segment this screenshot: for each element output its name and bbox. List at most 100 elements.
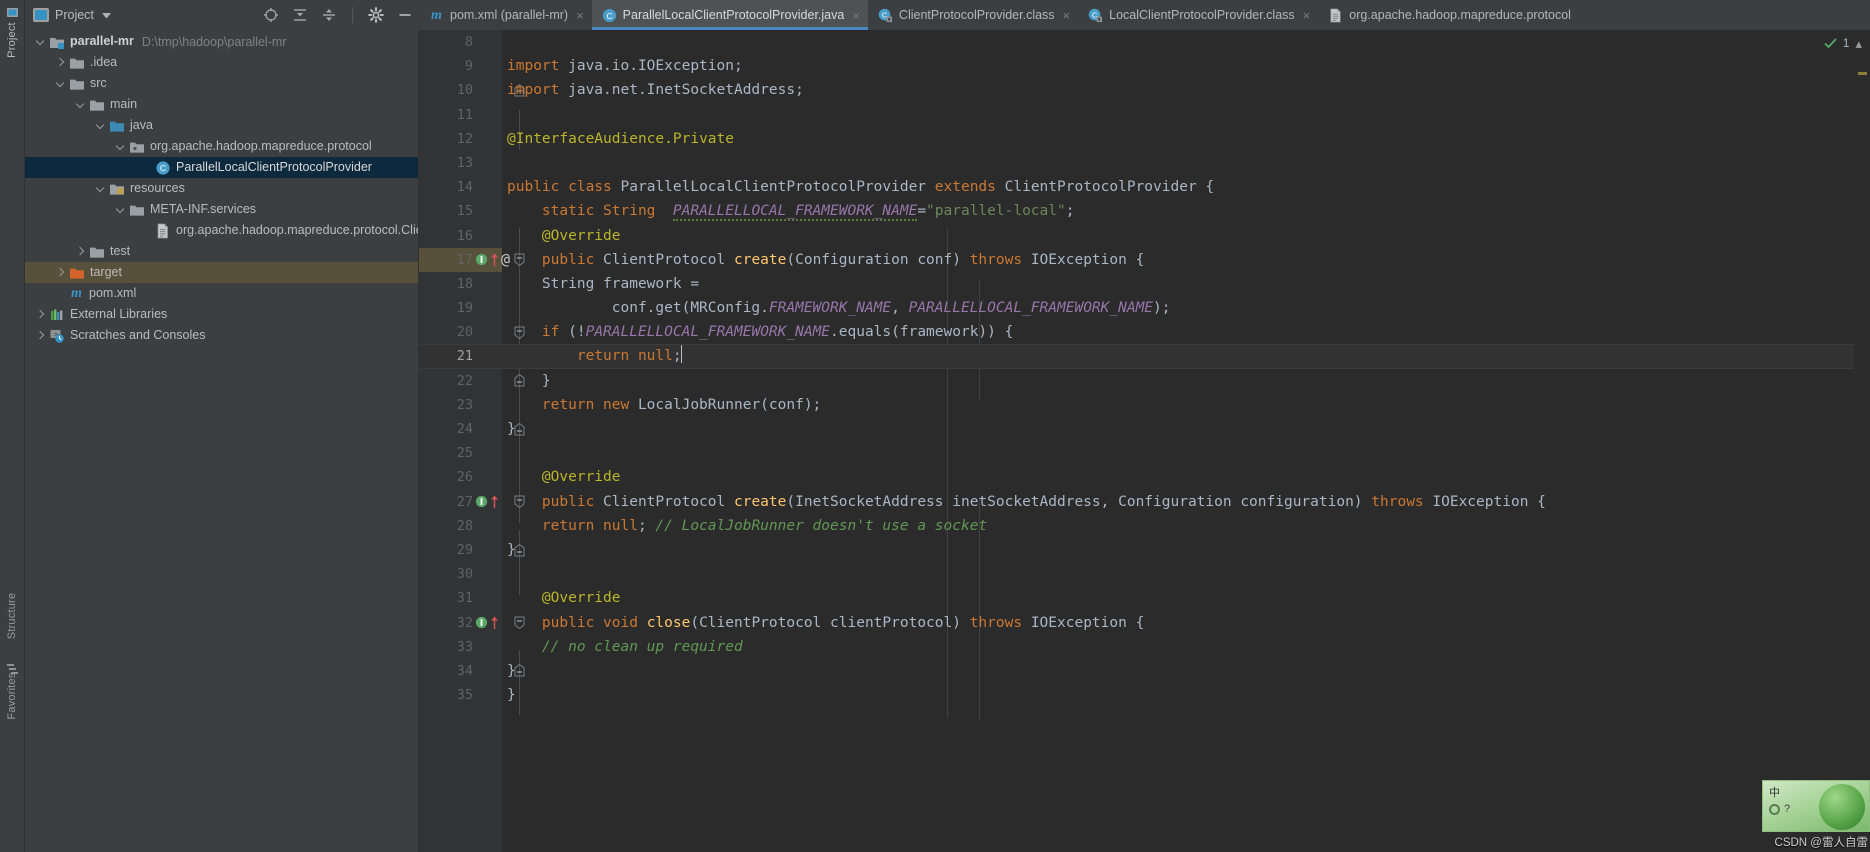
chevron-right-icon[interactable] bbox=[55, 57, 66, 68]
tree-row-src[interactable]: src bbox=[25, 73, 418, 94]
code-line[interactable]: 31 @Override bbox=[419, 586, 1870, 610]
override-arrow-icon[interactable] bbox=[490, 253, 499, 267]
inspections-ok-icon bbox=[1824, 38, 1837, 48]
close-icon[interactable]: × bbox=[1303, 9, 1311, 22]
close-icon[interactable]: × bbox=[852, 9, 860, 22]
code-line[interactable]: 19 conf.get(MRConfig.FRAMEWORK_NAME, PAR… bbox=[419, 296, 1870, 320]
tree-row-package-protocol[interactable]: org.apache.hadoop.mapreduce.protocol bbox=[25, 136, 418, 157]
code-line[interactable]: 12 @InterfaceAudience.Private bbox=[419, 127, 1870, 151]
editor-tab-parallellocalclientprotocolprovider-java[interactable]: C ParallelLocalClientProtocolProvider.ja… bbox=[591, 0, 869, 30]
close-icon[interactable]: × bbox=[1063, 9, 1071, 22]
editor-tab-services-file[interactable]: org.apache.hadoop.mapreduce.protocol bbox=[1318, 0, 1579, 30]
line-number: 23 bbox=[456, 396, 473, 413]
chevron-down-icon[interactable] bbox=[115, 204, 126, 215]
tree-row-pom-xml[interactable]: m pom.xml bbox=[25, 283, 418, 304]
code-line[interactable]: 17 @ public ClientProtocol create(Config… bbox=[419, 248, 1870, 272]
code-lines[interactable]: 8 9 import java.io.IOException; 10 impor… bbox=[419, 30, 1870, 720]
code-line[interactable]: 23 return new LocalJobRunner(conf); bbox=[419, 393, 1870, 417]
code-editor[interactable]: 1 ▴ 8 9 import java.io.IOException; 10 i… bbox=[419, 30, 1870, 852]
code-line[interactable]: 35 } bbox=[419, 683, 1870, 707]
tree-row-parallellocalclientprotocolprovider[interactable]: C ParallelLocalClientProtocolProvider bbox=[25, 157, 418, 178]
code-line[interactable]: 15 static String PARALLELLOCAL_FRAMEWORK… bbox=[419, 199, 1870, 223]
expand-all-icon[interactable] bbox=[292, 7, 308, 23]
tree-row-main[interactable]: main bbox=[25, 94, 418, 115]
chevron-right-icon[interactable] bbox=[35, 330, 46, 341]
tree-row-parallel-mr[interactable]: parallel-mr D:\tmp\hadoop\parallel-mr bbox=[25, 31, 418, 52]
tree-row-scratches-and-consoles[interactable]: >_ Scratches and Consoles bbox=[25, 325, 418, 346]
inspection-scrollbar[interactable] bbox=[1854, 30, 1870, 852]
editor-tab-clientprotocolprovider-class[interactable]: C ClientProtocolProvider.class × bbox=[867, 0, 1079, 30]
code-line[interactable]: 34 } bbox=[419, 659, 1870, 683]
tree-row-services-descriptor[interactable]: org.apache.hadoop.mapreduce.protocol.Cli… bbox=[25, 220, 418, 241]
gutter-icons[interactable] bbox=[475, 611, 499, 635]
stripe-button-favorites[interactable]: Favorites bbox=[6, 666, 18, 726]
tree-row-resources[interactable]: resources bbox=[25, 178, 418, 199]
tree-row-java[interactable]: java bbox=[25, 115, 418, 136]
chevron-down-icon[interactable] bbox=[55, 78, 66, 89]
editor-tab-localclientprotocolprovider-class[interactable]: C LocalClientProtocolProvider.class × bbox=[1078, 0, 1319, 30]
gutter-icons[interactable]: @ bbox=[475, 248, 510, 272]
chevron-down-icon[interactable] bbox=[95, 183, 106, 194]
tree-row-external-libraries[interactable]: External Libraries bbox=[25, 304, 418, 325]
code-line[interactable]: 11 bbox=[419, 103, 1870, 127]
code-line[interactable]: 28 return null; // LocalJobRunner doesn'… bbox=[419, 514, 1870, 538]
code-line[interactable]: 9 import java.io.IOException; bbox=[419, 54, 1870, 78]
java-class-icon: C bbox=[602, 8, 616, 22]
project-tree[interactable]: parallel-mr D:\tmp\hadoop\parallel-mr .i… bbox=[25, 30, 419, 852]
stripe-button-project[interactable]: Project bbox=[6, 10, 18, 70]
code-line[interactable]: 33 // no clean up required bbox=[419, 635, 1870, 659]
inspection-mark-warning[interactable] bbox=[1858, 72, 1867, 75]
chevron-right-icon[interactable] bbox=[35, 309, 46, 320]
code-line-caret[interactable]: 21 return null; bbox=[419, 344, 1870, 369]
gutter-icons[interactable] bbox=[475, 490, 499, 514]
code-line[interactable]: 30 bbox=[419, 562, 1870, 586]
project-module-icon bbox=[33, 8, 49, 22]
override-impl-icon[interactable] bbox=[475, 616, 488, 629]
tree-row-idea[interactable]: .idea bbox=[25, 52, 418, 73]
line-number: 21 bbox=[456, 348, 473, 365]
code-line[interactable]: 10 import java.net.InetSocketAddress; bbox=[419, 78, 1870, 102]
chevron-down-icon[interactable] bbox=[101, 12, 111, 18]
code-line[interactable]: 16 @Override bbox=[419, 224, 1870, 248]
code-line[interactable]: 18 String framework = bbox=[419, 272, 1870, 296]
editor-inspection-status[interactable]: 1 ▴ bbox=[1824, 36, 1862, 50]
chevron-down-icon[interactable] bbox=[35, 36, 46, 47]
line-number: 25 bbox=[456, 445, 473, 462]
override-impl-icon[interactable] bbox=[475, 253, 488, 266]
locate-icon[interactable] bbox=[263, 7, 279, 23]
tree-label: test bbox=[110, 244, 131, 258]
close-icon[interactable]: × bbox=[576, 9, 584, 22]
code-line[interactable]: 26 @Override bbox=[419, 465, 1870, 489]
stripe-button-structure[interactable]: Structure bbox=[6, 586, 18, 646]
chevron-down-icon[interactable] bbox=[75, 99, 86, 110]
code-line[interactable]: 8 bbox=[419, 30, 1870, 54]
line-number: 8 bbox=[464, 34, 473, 50]
chevron-down-icon[interactable] bbox=[115, 141, 126, 152]
line-content: @InterfaceAudience.Private bbox=[507, 130, 734, 147]
code-line[interactable]: 25 bbox=[419, 441, 1870, 465]
tree-row-target[interactable]: target bbox=[25, 262, 418, 283]
code-line[interactable]: 14 public class ParallelLocalClientProto… bbox=[419, 175, 1870, 199]
override-arrow-icon[interactable] bbox=[490, 495, 499, 509]
tree-row-meta-inf-services[interactable]: META-INF.services bbox=[25, 199, 418, 220]
code-line[interactable]: 32 public void close(ClientProtocol clie… bbox=[419, 611, 1870, 635]
editor-tab-pom-xml[interactable]: m pom.xml (parallel-mr) × bbox=[419, 0, 592, 30]
code-line[interactable]: 20 if (!PARALLELLOCAL_FRAMEWORK_NAME.equ… bbox=[419, 320, 1870, 344]
tab-label: org.apache.hadoop.mapreduce.protocol bbox=[1349, 8, 1571, 22]
hide-tool-window-icon[interactable] bbox=[397, 7, 413, 23]
code-line[interactable]: 13 bbox=[419, 151, 1870, 175]
line-number: 15 bbox=[456, 203, 473, 220]
collapse-all-icon[interactable] bbox=[321, 7, 337, 23]
code-line[interactable]: 29 } bbox=[419, 538, 1870, 562]
code-line[interactable]: 24 } bbox=[419, 417, 1870, 441]
chevron-down-icon[interactable] bbox=[95, 120, 106, 131]
chevron-up-icon[interactable]: ▴ bbox=[1855, 37, 1862, 50]
chevron-right-icon[interactable] bbox=[75, 246, 86, 257]
chevron-right-icon[interactable] bbox=[55, 267, 66, 278]
override-impl-icon[interactable] bbox=[475, 495, 488, 508]
code-line[interactable]: 27 public ClientProtocol create(InetSock… bbox=[419, 490, 1870, 514]
code-line[interactable]: 22 } bbox=[419, 369, 1870, 393]
tree-row-test[interactable]: test bbox=[25, 241, 418, 262]
settings-gear-icon[interactable] bbox=[368, 7, 384, 23]
override-arrow-icon[interactable] bbox=[490, 616, 499, 630]
